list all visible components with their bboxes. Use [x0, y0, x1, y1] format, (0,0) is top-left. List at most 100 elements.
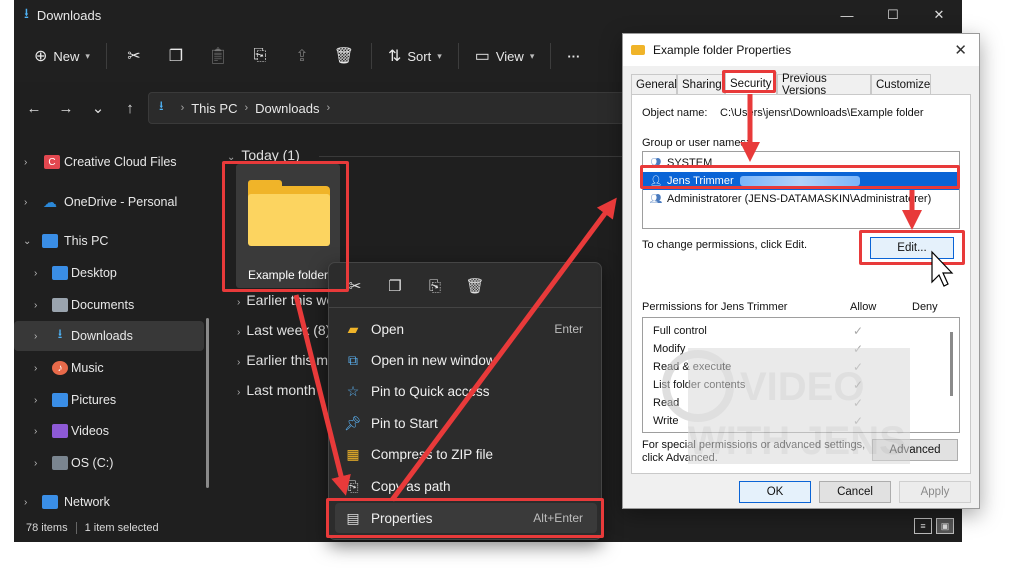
- chevron-right-icon: ›: [24, 496, 28, 508]
- sidebar-item-network[interactable]: › Network: [14, 487, 204, 517]
- menu-item-copy-as-path[interactable]: ⎘ Copy as path: [335, 471, 597, 501]
- pin-icon: 📌︎: [344, 414, 362, 431]
- watermark-line1: VIDEO: [740, 365, 864, 409]
- sidebar-item-videos[interactable]: › Videos: [14, 416, 204, 446]
- sidebar-item-label: OS (C:): [71, 456, 114, 470]
- breadcrumb-separator-icon: ›: [326, 102, 331, 114]
- ok-button[interactable]: OK: [739, 481, 811, 503]
- group-label: Earlier this we: [246, 292, 335, 308]
- sidebar-item-pictures[interactable]: › Pictures: [14, 385, 204, 415]
- group-header-last-month[interactable]: › Last month: [237, 382, 316, 398]
- layout-toggle: ≡ ▣: [914, 518, 954, 534]
- back-button[interactable]: ←: [18, 92, 50, 124]
- forward-button[interactable]: →: [50, 92, 82, 124]
- rename-icon[interactable]: ⎘: [415, 271, 455, 301]
- tiles-view-icon[interactable]: ▣: [936, 518, 954, 534]
- menu-item-open-new-window[interactable]: ⧉ Open in new window: [335, 345, 597, 375]
- rename-button[interactable]: ⎘: [239, 39, 281, 73]
- sidebar-item-this-pc[interactable]: ⌄ This PC: [14, 226, 204, 256]
- trash-icon[interactable]: 🗑︎: [455, 271, 495, 301]
- sidebar-item-desktop[interactable]: › Desktop: [14, 258, 204, 288]
- sidebar-scrollbar[interactable]: [206, 318, 209, 488]
- menu-item-label: Copy as path: [371, 478, 451, 494]
- menu-item-label: Open: [371, 321, 405, 337]
- sidebar-item-onedrive[interactable]: › ☁ OneDrive - Personal: [14, 187, 204, 217]
- chevron-right-icon: ›: [24, 156, 28, 168]
- tab-previous-versions[interactable]: Previous Versions: [777, 73, 871, 97]
- close-icon[interactable]: ✕: [954, 41, 967, 59]
- apply-button[interactable]: Apply: [899, 481, 971, 503]
- sidebar-item-music[interactable]: › ♪ Music: [14, 353, 204, 383]
- more-options-button[interactable]: ···: [557, 39, 590, 73]
- highlight-properties: [326, 498, 604, 538]
- sidebar-item-downloads[interactable]: › ⭳ Downloads: [14, 321, 204, 351]
- window-controls: — ☐ ✕: [824, 0, 962, 30]
- copy-button[interactable]: ❐: [155, 39, 197, 73]
- selection-count: 1 item selected: [84, 522, 159, 534]
- group-header-last-week[interactable]: › Last week (8): [237, 322, 330, 338]
- sidebar-item-label: Pictures: [71, 393, 117, 407]
- videos-icon: [52, 424, 68, 438]
- user-name: Administratorer (JENS-DATAMASKIN\Adminis…: [667, 193, 932, 205]
- close-button[interactable]: ✕: [916, 0, 962, 30]
- menu-item-shortcut: Enter: [554, 322, 583, 336]
- tab-customize[interactable]: Customize: [871, 74, 931, 94]
- recent-locations-button[interactable]: ⌄: [82, 92, 114, 124]
- dialog-title-bar: Example folder Properties ✕: [623, 34, 979, 66]
- permission-name: Full control: [653, 325, 707, 337]
- paste-button[interactable]: 📋︎: [197, 39, 239, 73]
- menu-item-open[interactable]: ▰ Open Enter: [335, 314, 597, 344]
- item-count: 78 items: [26, 522, 68, 534]
- permissions-scrollbar[interactable]: [950, 332, 953, 396]
- pictures-icon: [52, 393, 68, 407]
- object-name-value: C:\Users\jensr\Downloads\Example folder: [720, 107, 924, 119]
- share-button[interactable]: ⇪: [281, 39, 323, 73]
- delete-button[interactable]: 🗑︎: [323, 39, 365, 73]
- status-divider: [75, 522, 77, 534]
- deny-column-header: Deny: [912, 301, 938, 313]
- chevron-right-icon: ›: [34, 299, 38, 311]
- breadcrumb-separator-icon: ›: [244, 102, 249, 114]
- watermark-line2: WITH JENS: [688, 419, 906, 463]
- desktop-icon: [52, 266, 68, 280]
- download-icon: ⭳: [159, 98, 164, 113]
- sidebar-item-documents[interactable]: › Documents: [14, 290, 204, 320]
- onedrive-icon: ☁: [43, 193, 57, 210]
- minimize-button[interactable]: —: [824, 0, 870, 30]
- copy-icon[interactable]: ❐: [375, 271, 415, 301]
- group-header-earlier-this-week[interactable]: › Earlier this we: [237, 292, 334, 308]
- toolbar-divider: [550, 43, 552, 69]
- sidebar-item-creative-cloud[interactable]: › C Creative Cloud Files: [14, 147, 204, 177]
- menu-item-compress-zip[interactable]: ▦ Compress to ZIP file: [335, 439, 597, 469]
- sidebar-item-label: Network: [64, 495, 110, 509]
- drive-icon: [52, 456, 68, 470]
- menu-item-pin-to-start[interactable]: 📌︎ Pin to Start: [335, 408, 597, 438]
- group-header-earlier-this-month[interactable]: › Earlier this m: [237, 352, 328, 368]
- menu-item-pin-quick-access[interactable]: ☆ Pin to Quick access: [335, 376, 597, 406]
- sidebar-item-os-c[interactable]: › OS (C:): [14, 448, 204, 478]
- allow-column-header: Allow: [850, 301, 877, 313]
- sort-button[interactable]: ⇅ Sort ▾: [378, 39, 452, 73]
- open-icon: ▰: [347, 320, 359, 337]
- breadcrumb-this-pc[interactable]: This PC: [191, 101, 237, 116]
- details-view-icon[interactable]: ≡: [914, 518, 932, 534]
- cut-button[interactable]: ✂: [113, 39, 155, 73]
- chevron-down-icon: ⌄: [91, 100, 105, 117]
- breadcrumb-downloads[interactable]: Downloads: [255, 101, 319, 116]
- maximize-button[interactable]: ☐: [870, 0, 916, 30]
- highlight-edit: [859, 230, 965, 265]
- group-label: Last week (8): [246, 322, 331, 338]
- view-button[interactable]: ▭ View ▾: [465, 39, 545, 73]
- view-label: View: [495, 48, 524, 64]
- new-button[interactable]: ⊕ New ▾: [24, 39, 100, 73]
- trash-icon: 🗑︎: [333, 48, 355, 65]
- arrow-left-icon: ←: [26, 99, 42, 117]
- new-label: New: [53, 48, 80, 64]
- tab-general[interactable]: General: [631, 74, 677, 94]
- tab-sharing[interactable]: Sharing: [677, 74, 725, 94]
- cancel-button[interactable]: Cancel: [819, 481, 891, 503]
- copy-icon: ❐: [168, 48, 184, 65]
- up-button[interactable]: ↑: [114, 92, 146, 124]
- sidebar-item-label: Videos: [71, 424, 109, 438]
- user-row-administrators[interactable]: 👥︎ Administratorer (JENS-DATAMASKIN\Admi…: [643, 190, 959, 208]
